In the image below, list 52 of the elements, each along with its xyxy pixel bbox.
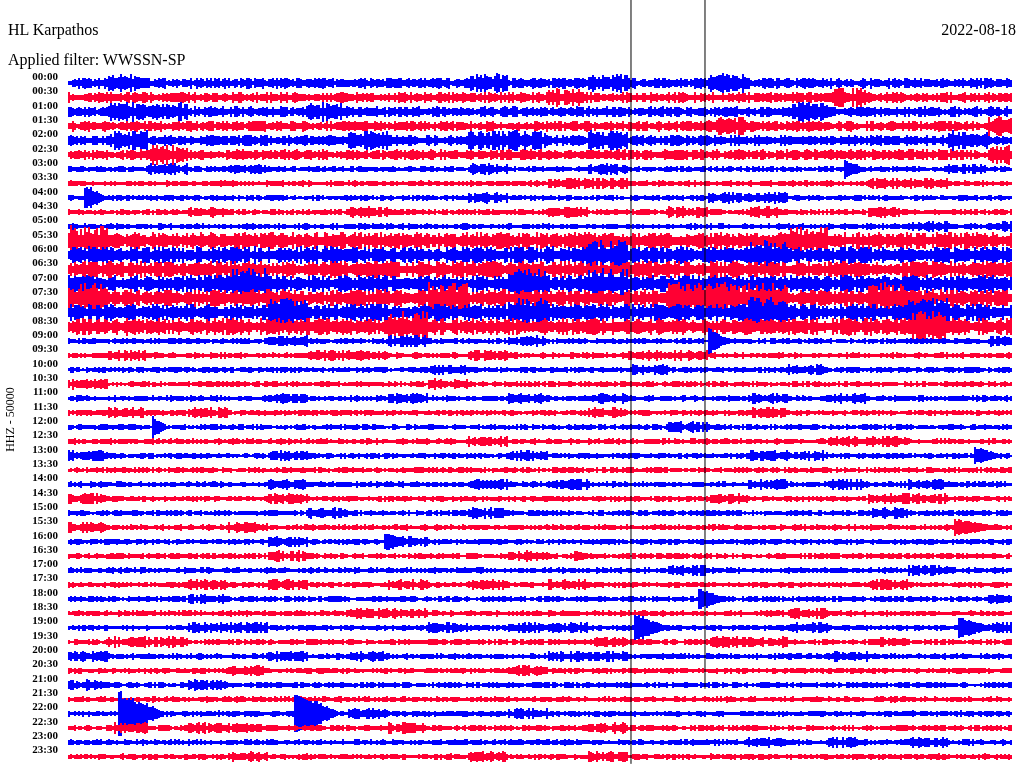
time-label: 00:30 [31, 83, 59, 98]
time-label: 16:30 [31, 541, 59, 557]
time-label: 07:00 [31, 269, 59, 284]
time-label: 18:00 [31, 584, 59, 600]
time-label: 08:00 [31, 298, 59, 313]
time-label: 12:30 [31, 427, 59, 442]
time-label: 22:00 [31, 699, 59, 714]
time-label: 09:30 [31, 341, 59, 356]
time-label: 23:30 [31, 742, 59, 757]
time-label: 06:00 [31, 240, 59, 256]
time-label: 21:30 [31, 685, 59, 700]
time-label: 11:00 [31, 384, 59, 399]
time-label: 11:30 [31, 398, 59, 413]
time-label: 20:00 [31, 642, 59, 657]
time-label: 20:30 [31, 656, 59, 671]
time-label: 01:00 [31, 97, 59, 112]
time-label: 23:00 [31, 728, 59, 743]
time-label: 02:00 [31, 126, 59, 141]
time-label: 19:00 [31, 613, 59, 628]
time-label: 06:30 [31, 255, 59, 270]
time-label: 19:30 [31, 627, 59, 643]
time-label: 00:00 [31, 69, 59, 84]
axis-label: HHZ - 50000 [2, 387, 18, 453]
time-label: 17:30 [31, 570, 59, 585]
time-label: 03:30 [31, 169, 59, 184]
time-label: 09:00 [31, 326, 59, 342]
time-label: 04:00 [31, 183, 59, 198]
time-label: 13:30 [31, 455, 59, 471]
time-label: 13:00 [31, 441, 59, 456]
time-label: 05:00 [31, 212, 59, 227]
time-label: 02:30 [31, 140, 59, 155]
date-label: 2022-08-18 [941, 20, 1016, 40]
time-label: 14:00 [31, 470, 59, 485]
time-label: 08:30 [31, 312, 59, 327]
time-label: 10:30 [31, 369, 59, 385]
time-label: 04:30 [31, 197, 59, 213]
time-label: 03:00 [31, 154, 59, 170]
station-name: HL Karpathos [8, 20, 99, 41]
time-label: 17:00 [31, 556, 59, 571]
time-label: 10:00 [31, 355, 59, 370]
time-label: 14:30 [31, 484, 59, 499]
time-label: 18:30 [31, 599, 59, 614]
time-label: 01:30 [31, 112, 59, 127]
time-label: 22:30 [31, 713, 59, 729]
time-label: 16:00 [31, 527, 59, 542]
filter-label: Applied filter: WWSSN-SP [8, 50, 186, 70]
time-label: 15:30 [31, 513, 59, 528]
time-label: 15:00 [31, 498, 59, 514]
time-label: 21:00 [31, 670, 59, 686]
time-label: 05:30 [31, 226, 59, 241]
time-label: 07:30 [31, 283, 59, 299]
time-label: 12:00 [31, 412, 59, 428]
